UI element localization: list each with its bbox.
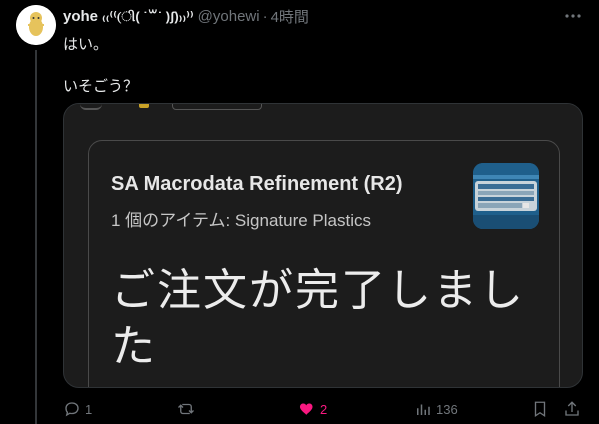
share-icon [565,401,579,416]
separator-dot: · [262,7,268,25]
order-complete-message: ご注文が完了しました [111,266,525,371]
more-icon[interactable] [563,6,583,26]
product-thumbnail [473,163,539,229]
cropped-top-area [64,104,582,112]
avatar-illustration [16,5,56,45]
avatar[interactable] [16,5,56,45]
like-icon [299,403,313,415]
retweet-button[interactable] [177,397,199,421]
share-button[interactable] [563,397,581,421]
bookmark-icon [534,401,546,418]
thread-line [35,50,37,424]
tweet-header: yohe ₍₍⁽⁽(ી( ˙꒳˙ )ʃ)₎₎⁾⁾ @yohewi · 4時間 [63,6,309,26]
bookmark-button[interactable] [531,397,549,421]
product-title: SA Macrodata Refinement (R2) [111,173,403,195]
tweet-text-line-1: はい。 [63,36,109,53]
display-name-emoji[interactable]: ₍₍⁽⁽(ી( ˙꒳˙ )ʃ)₎₎⁾⁾ [102,8,194,25]
cropped-fragment [139,104,149,108]
cropped-fragment [80,104,102,110]
views-button[interactable]: 136 [414,397,458,421]
timestamp[interactable]: 4時間 [271,6,309,27]
retweet-icon [178,403,194,415]
media-screenshot[interactable]: SA Macrodata Refinement (R2) 1 個のアイテム: S… [63,103,583,388]
tweet-text-line-2: いそごう？ [63,78,139,95]
order-card: SA Macrodata Refinement (R2) 1 個のアイテム: S… [88,140,560,387]
reply-button[interactable]: 1 [63,397,92,421]
views-icon [417,404,430,415]
action-bar: 1 2 136 [63,397,581,421]
user-handle[interactable]: @yohewi [198,8,260,25]
like-count: 2 [320,401,328,417]
like-button[interactable]: 2 [298,397,327,421]
cropped-fragment [172,104,262,110]
display-name[interactable]: yohe [63,8,98,25]
views-count: 136 [436,401,458,417]
reply-icon [65,402,79,417]
product-subtitle: 1 個のアイテム: Signature Plastics [111,211,371,230]
reply-count: 1 [85,401,93,417]
